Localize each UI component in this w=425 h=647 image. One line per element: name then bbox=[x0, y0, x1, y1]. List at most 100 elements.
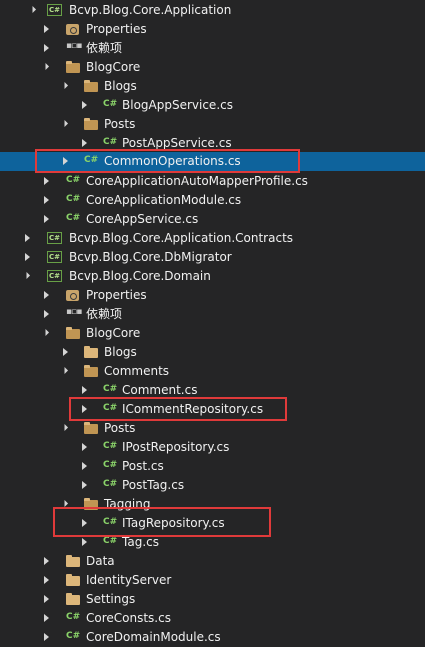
csharp-project-icon bbox=[47, 231, 63, 246]
expand-arrow-icon[interactable] bbox=[79, 476, 91, 495]
tree-item-label: Settings bbox=[86, 592, 136, 606]
tree-item-file-posttag[interactable]: PostTag.cs bbox=[0, 476, 425, 495]
tree-item-project-domain[interactable]: Bcvp.Blog.Core.Domain bbox=[0, 267, 425, 286]
csharp-file-icon bbox=[103, 535, 119, 550]
tree-item-file-ipostrepository[interactable]: IPostRepository.cs bbox=[0, 438, 425, 457]
expand-arrow-icon[interactable] bbox=[41, 305, 53, 324]
csharp-file-icon bbox=[66, 611, 82, 626]
csharp-file-icon bbox=[103, 478, 119, 493]
folder-icon bbox=[84, 79, 98, 94]
tree-item-folder-blogcore[interactable]: BlogCore bbox=[0, 58, 425, 77]
dependencies-icon bbox=[66, 307, 82, 322]
highlight-box bbox=[53, 507, 271, 537]
expand-arrow-icon[interactable] bbox=[41, 39, 53, 58]
tree-item-properties[interactable]: Properties bbox=[0, 20, 425, 39]
tree-item-label: CoreApplicationModule.cs bbox=[86, 193, 242, 207]
collapse-arrow-icon[interactable] bbox=[41, 324, 53, 343]
csharp-project-icon bbox=[47, 269, 63, 284]
tree-item-folder-comments[interactable]: Comments bbox=[0, 362, 425, 381]
tree-item-dependencies[interactable]: 依赖项 bbox=[0, 39, 425, 58]
tree-item-label: CoreApplicationAutoMapperProfile.cs bbox=[86, 174, 308, 188]
tree-item-label: Blogs bbox=[104, 345, 137, 359]
properties-icon bbox=[66, 22, 80, 37]
csharp-file-icon bbox=[66, 630, 82, 645]
tree-item-label: BlogCore bbox=[86, 326, 141, 340]
tree-item-label: CoreConsts.cs bbox=[86, 611, 171, 625]
expand-arrow-icon[interactable] bbox=[41, 552, 53, 571]
expand-arrow-icon[interactable] bbox=[41, 571, 53, 590]
expand-arrow-icon[interactable] bbox=[41, 210, 53, 229]
expand-arrow-icon[interactable] bbox=[79, 438, 91, 457]
tree-item-project-application[interactable]: Bcvp.Blog.Core.Application bbox=[0, 1, 425, 20]
collapse-arrow-icon[interactable] bbox=[60, 77, 72, 96]
tree-item-label: BlogCore bbox=[86, 60, 141, 74]
tree-item-file-coreappservice[interactable]: CoreAppService.cs bbox=[0, 210, 425, 229]
tree-item-label: Bcvp.Blog.Core.Domain bbox=[69, 269, 211, 283]
expand-arrow-icon[interactable] bbox=[22, 229, 34, 248]
tree-item-label: IPostRepository.cs bbox=[122, 440, 230, 454]
tree-item-file-blogappservice[interactable]: BlogAppService.cs bbox=[0, 96, 425, 115]
tree-item-folder-blogcore[interactable]: BlogCore bbox=[0, 324, 425, 343]
folder-icon bbox=[66, 554, 80, 569]
tree-item-label: Properties bbox=[86, 288, 147, 302]
expand-arrow-icon[interactable] bbox=[41, 191, 53, 210]
collapse-arrow-icon[interactable] bbox=[28, 1, 40, 20]
dependencies-icon bbox=[66, 41, 82, 56]
expand-arrow-icon[interactable] bbox=[41, 172, 53, 191]
collapse-arrow-icon[interactable] bbox=[60, 419, 72, 438]
tree-item-file-coreapplicationmodule[interactable]: CoreApplicationModule.cs bbox=[0, 191, 425, 210]
csharp-project-icon bbox=[47, 3, 63, 18]
tree-item-label: CoreDomainModule.cs bbox=[86, 630, 221, 644]
folder-icon bbox=[84, 364, 98, 379]
expand-arrow-icon[interactable] bbox=[41, 286, 53, 305]
highlight-box bbox=[69, 397, 287, 421]
tree-item-folder-identityserver[interactable]: IdentityServer bbox=[0, 571, 425, 590]
tree-item-dependencies[interactable]: 依赖项 bbox=[0, 305, 425, 324]
folder-icon bbox=[84, 421, 98, 436]
tree-item-folder-settings[interactable]: Settings bbox=[0, 590, 425, 609]
csharp-file-icon bbox=[103, 459, 119, 474]
expand-arrow-icon[interactable] bbox=[41, 20, 53, 39]
tree-item-file-automapperprofile[interactable]: CoreApplicationAutoMapperProfile.cs bbox=[0, 172, 425, 191]
csharp-file-icon bbox=[66, 212, 82, 227]
tree-item-label: Bcvp.Blog.Core.Application.Contracts bbox=[69, 231, 294, 245]
tree-item-label: BlogAppService.cs bbox=[122, 98, 233, 112]
tree-item-folder-data[interactable]: Data bbox=[0, 552, 425, 571]
tree-item-properties[interactable]: Properties bbox=[0, 286, 425, 305]
tree-item-folder-blogs[interactable]: Blogs bbox=[0, 77, 425, 96]
expand-arrow-icon[interactable] bbox=[22, 248, 34, 267]
tree-item-label: Blogs bbox=[104, 79, 137, 93]
expand-arrow-icon[interactable] bbox=[41, 590, 53, 609]
expand-arrow-icon[interactable] bbox=[41, 628, 53, 647]
expand-arrow-icon[interactable] bbox=[79, 96, 91, 115]
tree-item-file-coredomainmodule[interactable]: CoreDomainModule.cs bbox=[0, 628, 425, 647]
folder-icon bbox=[84, 117, 98, 132]
tree-item-folder-posts[interactable]: Posts bbox=[0, 115, 425, 134]
collapse-arrow-icon[interactable] bbox=[60, 362, 72, 381]
tree-item-label: PostTag.cs bbox=[122, 478, 185, 492]
expand-arrow-icon[interactable] bbox=[60, 343, 72, 362]
tree-item-project-dbmigrator[interactable]: Bcvp.Blog.Core.DbMigrator bbox=[0, 248, 425, 267]
collapse-arrow-icon[interactable] bbox=[60, 115, 72, 134]
tree-item-label: Posts bbox=[104, 421, 136, 435]
csharp-file-icon bbox=[66, 193, 82, 208]
collapse-arrow-icon[interactable] bbox=[22, 267, 34, 286]
tree-item-label: Posts bbox=[104, 117, 136, 131]
tree-item-label: Data bbox=[86, 554, 115, 568]
folder-icon bbox=[66, 592, 80, 607]
tree-item-file-coreconsts[interactable]: CoreConsts.cs bbox=[0, 609, 425, 628]
csharp-file-icon bbox=[66, 174, 82, 189]
tree-item-folder-blogs[interactable]: Blogs bbox=[0, 343, 425, 362]
folder-icon bbox=[66, 573, 80, 588]
csharp-project-icon bbox=[47, 250, 63, 265]
expand-arrow-icon[interactable] bbox=[41, 609, 53, 628]
tree-item-folder-posts[interactable]: Posts bbox=[0, 419, 425, 438]
collapse-arrow-icon[interactable] bbox=[41, 58, 53, 77]
csharp-file-icon bbox=[103, 383, 119, 398]
expand-arrow-icon[interactable] bbox=[79, 457, 91, 476]
tree-item-label: Properties bbox=[86, 22, 147, 36]
tree-item-label: 依赖项 bbox=[86, 41, 123, 55]
tree-item-file-post[interactable]: Post.cs bbox=[0, 457, 425, 476]
tree-item-label: Tag.cs bbox=[122, 535, 159, 549]
tree-item-project-contracts[interactable]: Bcvp.Blog.Core.Application.Contracts bbox=[0, 229, 425, 248]
